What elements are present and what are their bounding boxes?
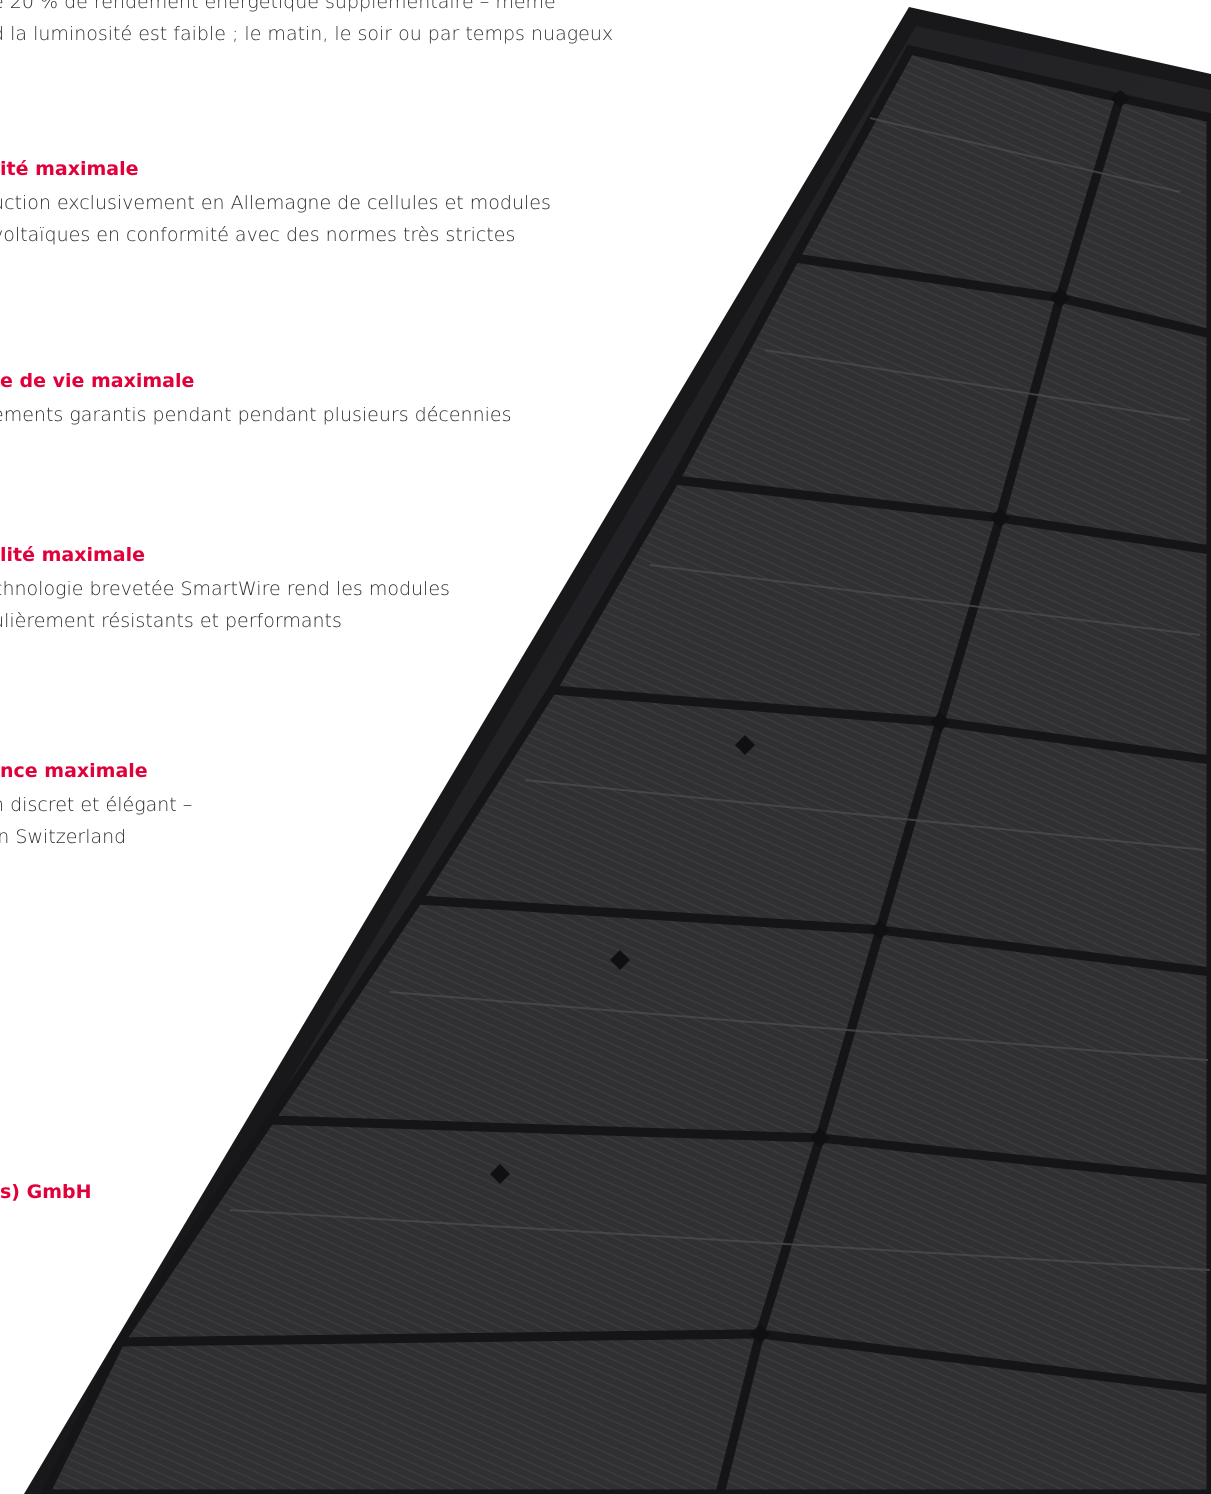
intro-line-1: e 20 % de rendement énergétique suppléme… xyxy=(0,0,556,13)
feature-description-quality: uction exclusivement en Allemagne de cel… xyxy=(0,192,551,246)
solar-cell xyxy=(39,1329,766,1494)
feature-title-quality: ité maximale xyxy=(0,158,139,180)
intro-text: e 20 % de rendement énergétique suppléme… xyxy=(0,0,613,50)
intro-line-2: d la luminosité est faible ; le matin, l… xyxy=(0,23,614,45)
feature-description-elegance: n discret et élégant – in Switzerland xyxy=(0,794,193,848)
feature-title-lifetime: e de vie maximale xyxy=(0,370,195,392)
feature-description-reliability: chnologie brevetée SmartWire rend les mo… xyxy=(0,578,450,632)
feature-title-elegance: nce maximale xyxy=(0,760,148,782)
solar-cell xyxy=(667,253,1066,523)
brochure-page: e 20 % de rendement énergétique suppléme… xyxy=(0,0,1211,1494)
company-name: s) GmbH xyxy=(0,1181,92,1203)
feature-title-reliability: lité maximale xyxy=(0,544,146,566)
solar-cell-grid xyxy=(39,44,1211,1494)
solar-cell xyxy=(111,1115,827,1347)
feature-description-lifetime: ements garantis pendant pendant plusieur… xyxy=(0,404,512,426)
